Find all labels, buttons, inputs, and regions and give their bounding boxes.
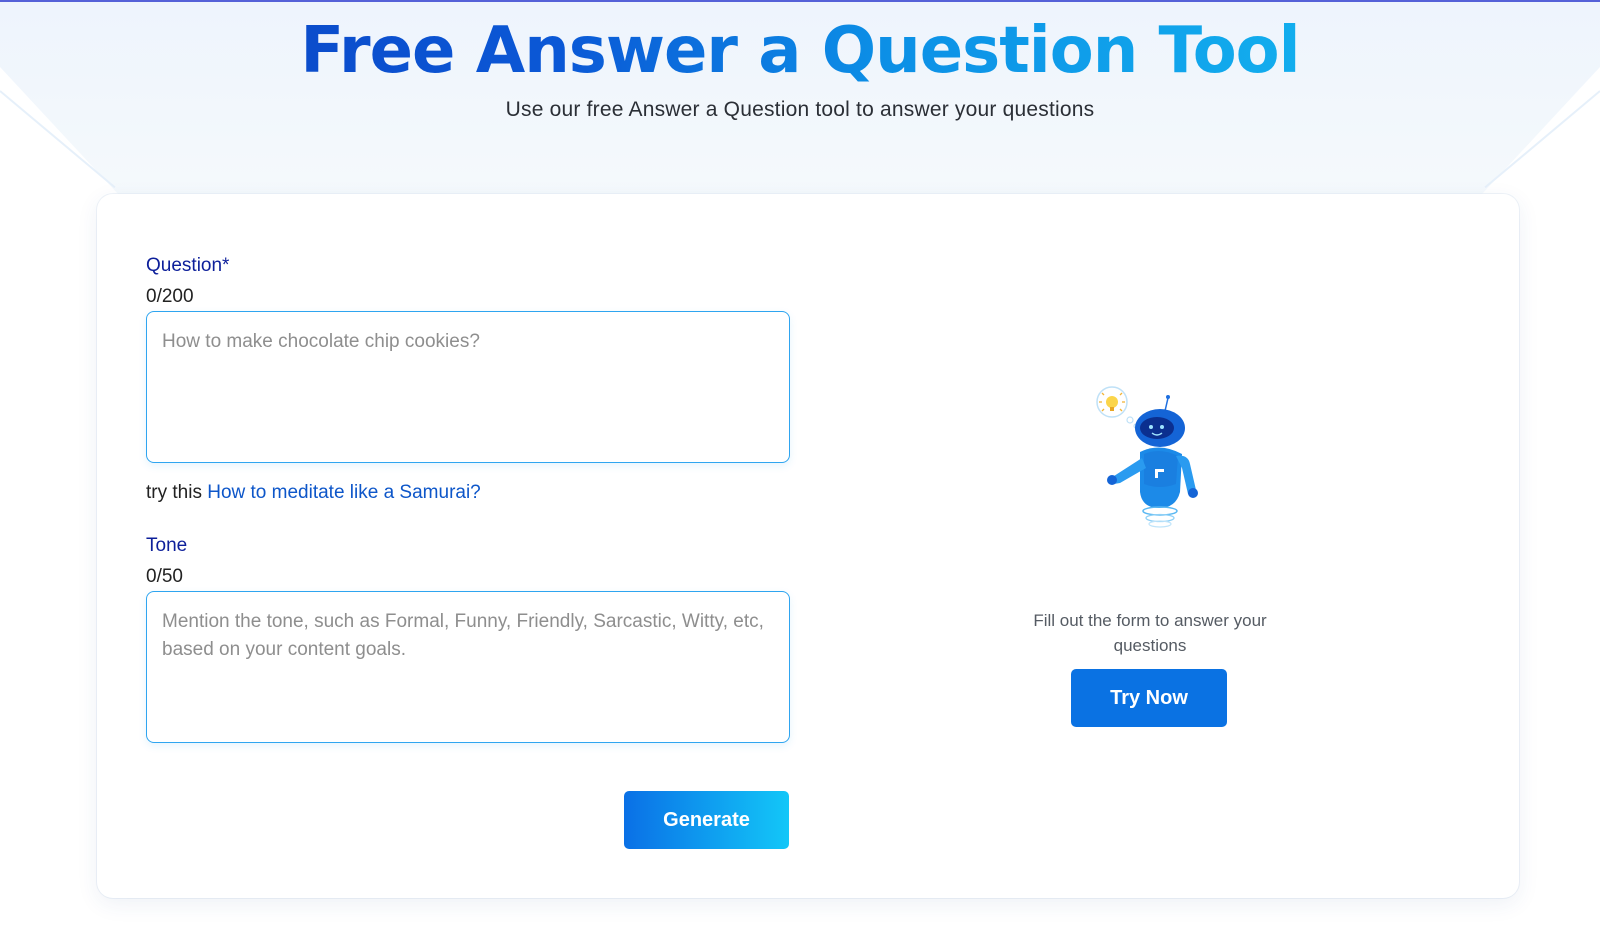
top-accent-line [0,0,1600,2]
page-subtitle: Use our free Answer a Question tool to a… [505,98,1095,121]
tone-char-counter: 0/50 [146,566,183,587]
generate-button[interactable]: Generate [624,791,789,849]
suggestion-prefix: try this [146,482,202,503]
question-label: Question* [146,255,230,276]
try-now-button[interactable]: Try Now [1071,669,1227,727]
page-title: Free Answer a Question Tool [0,14,1600,88]
tone-input[interactable] [146,591,790,743]
suggestion-link[interactable]: How to meditate like a Samurai? [207,482,481,503]
tone-label: Tone [146,535,188,556]
page: Free Answer a Question Tool Use our free… [0,0,1600,938]
suggestion-line: try this How to meditate like a Samurai? [146,482,481,504]
robot-thinking-lightbulb-icon [1096,386,1198,528]
question-input[interactable] [146,311,790,463]
tool-card [97,194,1519,898]
question-char-counter: 0/200 [146,286,194,307]
side-panel-message: Fill out the form to answer your questio… [1033,611,1267,655]
